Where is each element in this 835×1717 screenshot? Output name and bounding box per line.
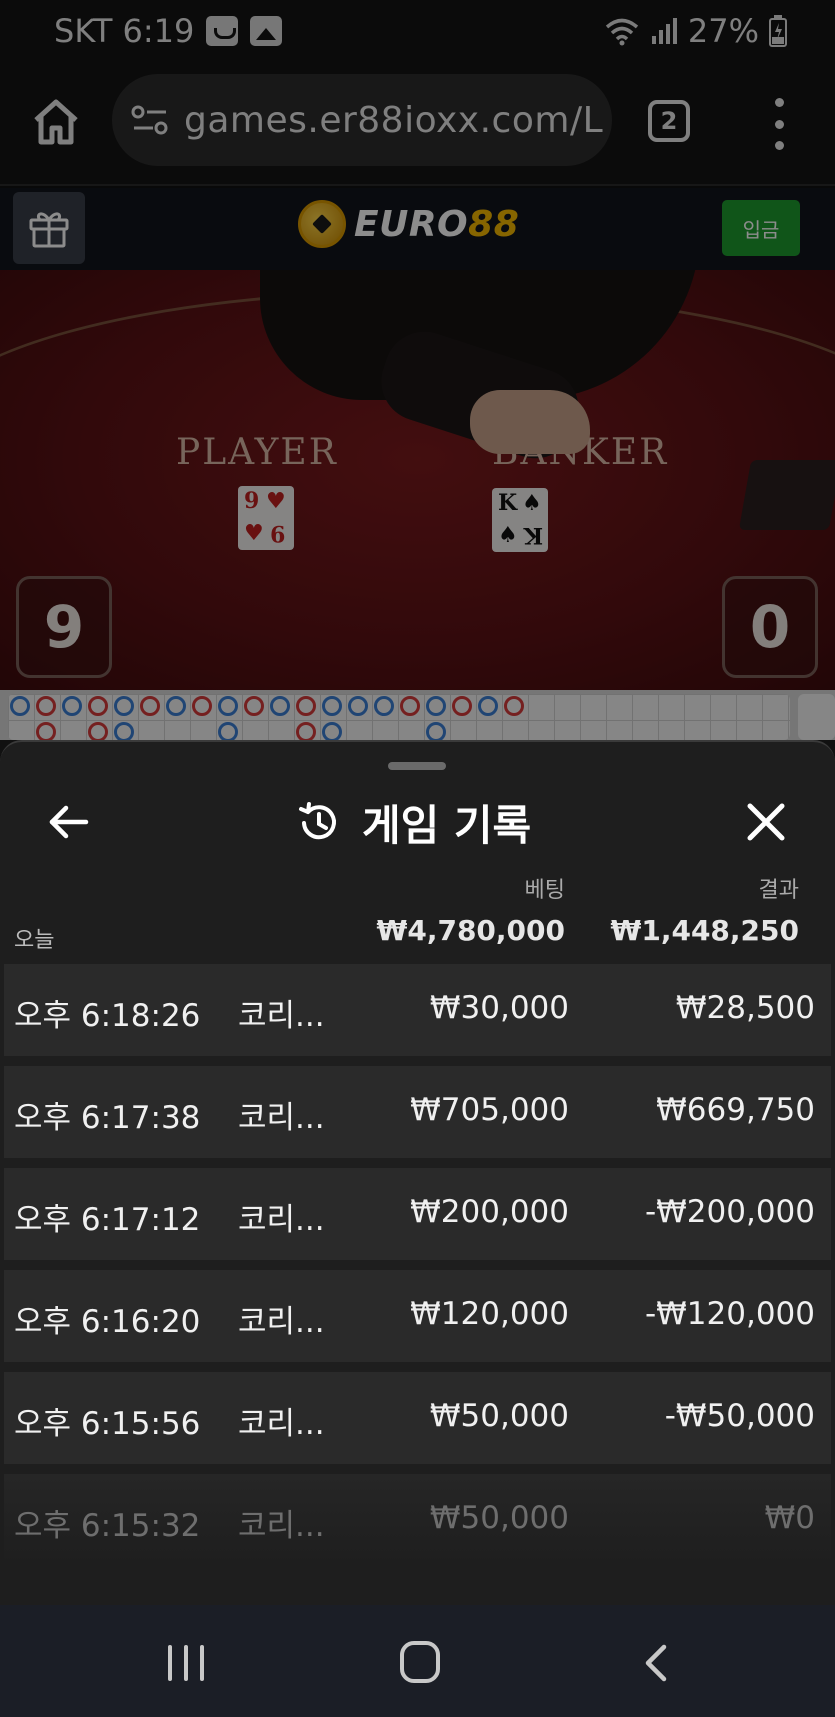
recent-apps-icon[interactable] [168, 1645, 204, 1681]
row-result: -₩50,000 [664, 1398, 815, 1434]
row-bet: ₩705,000 [410, 1092, 569, 1128]
history-row[interactable]: 오후 6:15:56 코리... ₩50,000 -₩50,000 [4, 1372, 831, 1464]
row-game: 코리... [238, 1100, 325, 1136]
row-result: ₩0 [764, 1500, 815, 1536]
row-time: 오후 6:17:38 [14, 1100, 201, 1136]
history-row[interactable]: 오후 6:18:26 코리... ₩30,000 ₩28,500 [4, 964, 831, 1056]
row-game: 코리... [238, 1304, 325, 1340]
close-icon[interactable] [742, 798, 790, 846]
sheet-header: 게임 기록 [296, 792, 531, 853]
row-bet: ₩50,000 [429, 1500, 569, 1536]
history-row[interactable]: 오후 6:15:32 코리... ₩50,000 ₩0 [4, 1474, 831, 1566]
history-row[interactable]: 오후 6:17:12 코리... ₩200,000 -₩200,000 [4, 1168, 831, 1260]
row-game: 코리... [238, 998, 325, 1034]
history-list: 오후 6:18:26 코리... ₩30,000 ₩28,500 오후 6:17… [4, 964, 831, 1576]
row-result: -₩200,000 [644, 1194, 815, 1230]
dim-overlay[interactable] [0, 0, 835, 740]
back-arrow-icon[interactable] [44, 798, 92, 846]
history-row[interactable]: 오후 6:17:38 코리... ₩705,000 ₩669,750 [4, 1066, 831, 1158]
row-bet: ₩30,000 [429, 990, 569, 1026]
row-game: 코리... [238, 1508, 325, 1544]
row-bet: ₩120,000 [410, 1296, 569, 1332]
row-bet: ₩50,000 [429, 1398, 569, 1434]
row-result: ₩669,750 [656, 1092, 815, 1128]
recent-bar [168, 1645, 172, 1681]
history-icon [299, 801, 336, 839]
row-time: 오후 6:17:12 [14, 1202, 201, 1238]
row-time: 오후 6:15:32 [14, 1508, 201, 1544]
row-time: 오후 6:16:20 [14, 1304, 201, 1340]
row-bet: ₩200,000 [410, 1194, 569, 1230]
row-time: 오후 6:15:56 [14, 1406, 201, 1442]
home-button-icon[interactable] [400, 1641, 440, 1683]
column-header-bet: 베팅 [524, 878, 565, 903]
game-history-sheet: 게임 기록 베팅 결과 오늘 ₩4,780,000 ₩1,448,250 오후 … [0, 740, 835, 1605]
system-nav-bar [0, 1605, 835, 1717]
recent-bar [200, 1645, 204, 1681]
today-label: 오늘 [14, 928, 55, 953]
row-result: -₩120,000 [644, 1296, 815, 1332]
row-result: ₩28,500 [675, 990, 815, 1026]
drag-handle[interactable] [388, 762, 446, 770]
row-game: 코리... [238, 1202, 325, 1238]
back-chevron-icon[interactable] [640, 1643, 670, 1683]
sheet-title: 게임 기록 [362, 801, 532, 850]
history-row[interactable]: 오후 6:16:20 코리... ₩120,000 -₩120,000 [4, 1270, 831, 1362]
row-time: 오후 6:18:26 [14, 998, 201, 1034]
today-bet-total: ₩4,780,000 [376, 914, 565, 947]
recent-bar [184, 1645, 188, 1681]
column-header-result: 결과 [758, 878, 799, 903]
row-game: 코리... [238, 1406, 325, 1442]
today-result-total: ₩1,448,250 [610, 914, 799, 947]
